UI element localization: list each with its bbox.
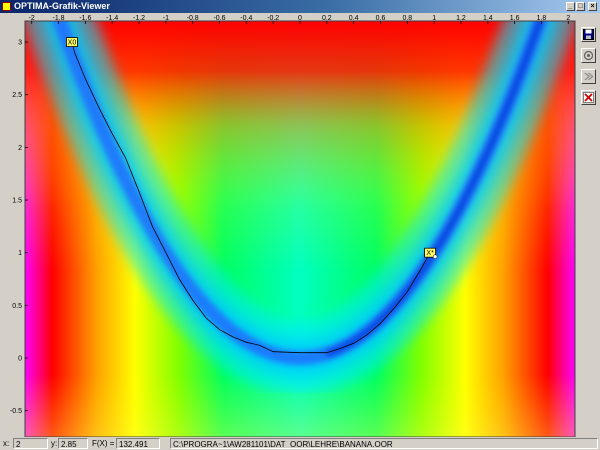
- close-icon: [583, 92, 594, 103]
- end-marker[interactable]: X*: [424, 247, 438, 259]
- y-tick-label: 1.5: [12, 198, 22, 205]
- x-label: x:: [3, 439, 10, 448]
- save-button[interactable]: [581, 27, 596, 42]
- fx-label: F(X) =: [92, 439, 115, 448]
- y-tick-label: 2.5: [12, 92, 22, 99]
- x-tick-label: -1.2: [133, 15, 145, 22]
- minimize-button[interactable]: _: [566, 2, 575, 11]
- x-tick-label: 0.4: [349, 15, 359, 22]
- x-tick-label: -0.6: [213, 15, 225, 22]
- x-tick-label: 1.6: [510, 15, 520, 22]
- maximize-button[interactable]: □: [576, 2, 585, 11]
- x-tick-label: 1.2: [456, 15, 466, 22]
- step-button[interactable]: [581, 69, 596, 84]
- x-tick-label: 1.8: [537, 15, 547, 22]
- y-label: y:: [51, 439, 58, 448]
- contour-field: [25, 21, 575, 437]
- x-tick-label: -0.4: [240, 15, 252, 22]
- y-value: 2.85: [58, 438, 88, 449]
- x-tick-label: 1.4: [483, 15, 493, 22]
- y-tick-label: 0.5: [12, 303, 22, 310]
- x-tick-label: -2: [29, 15, 35, 22]
- x-tick-label: 1: [432, 15, 436, 22]
- close-window-button[interactable]: ×: [588, 2, 597, 11]
- x-tick-label: 0: [298, 15, 302, 22]
- file-path: C:\PROGRA~1\AW281101\DAT_OOR\LEHRE\BANAN…: [170, 438, 598, 449]
- x-tick-label: 0.6: [376, 15, 386, 22]
- window-title: OPTIMA-Grafik-Viewer: [14, 1, 110, 11]
- y-tick-label: 1: [18, 250, 22, 257]
- x-tick-label: 0.8: [402, 15, 412, 22]
- start-marker[interactable]: X0: [66, 37, 78, 47]
- x-tick-label: -1.8: [53, 15, 65, 22]
- fx-value: 132.491: [116, 438, 160, 449]
- floppy-disk-icon: [583, 29, 594, 40]
- y-tick-label: 0: [18, 356, 22, 363]
- contour-plot[interactable]: -2 -1.8 -1.6 -1.4 -1.2 -1 -0.8 -0.6 -0.4 -0.2 0 0.2…: [0, 13, 600, 437]
- settings-icon: [583, 50, 594, 61]
- status-bar: x: 2 y: 2.85 F(X) = 132.491 C:\PROGRA~1\…: [0, 437, 600, 450]
- x-tick-label: 2: [566, 15, 570, 22]
- close-plot-button[interactable]: [581, 90, 596, 105]
- y-tick-label: -0.5: [10, 408, 22, 415]
- x-tick-label: 0.2: [322, 15, 332, 22]
- title-bar: OPTIMA-Grafik-Viewer _ □ ×: [0, 0, 600, 13]
- x-tick-label: -0.2: [267, 15, 279, 22]
- x-value: 2: [13, 438, 48, 449]
- y-tick-label: 2: [18, 145, 22, 152]
- x-tick-label: -1.4: [106, 15, 118, 22]
- x-tick-label: -0.8: [187, 15, 199, 22]
- y-tick-label: 3: [18, 40, 22, 47]
- step-icon: [584, 72, 594, 81]
- start-marker-label: X0: [68, 40, 77, 47]
- plot-area[interactable]: -2 -1.8 -1.6 -1.4 -1.2 -1 -0.8 -0.6 -0.4 -0.2 0 0.2…: [0, 13, 600, 437]
- x-tick-label: -1.6: [79, 15, 91, 22]
- app-icon: [2, 2, 11, 11]
- x-tick-label: -1: [163, 15, 169, 22]
- options-button[interactable]: [581, 48, 596, 63]
- end-point: [432, 254, 438, 259]
- end-marker-label: X*: [426, 250, 434, 257]
